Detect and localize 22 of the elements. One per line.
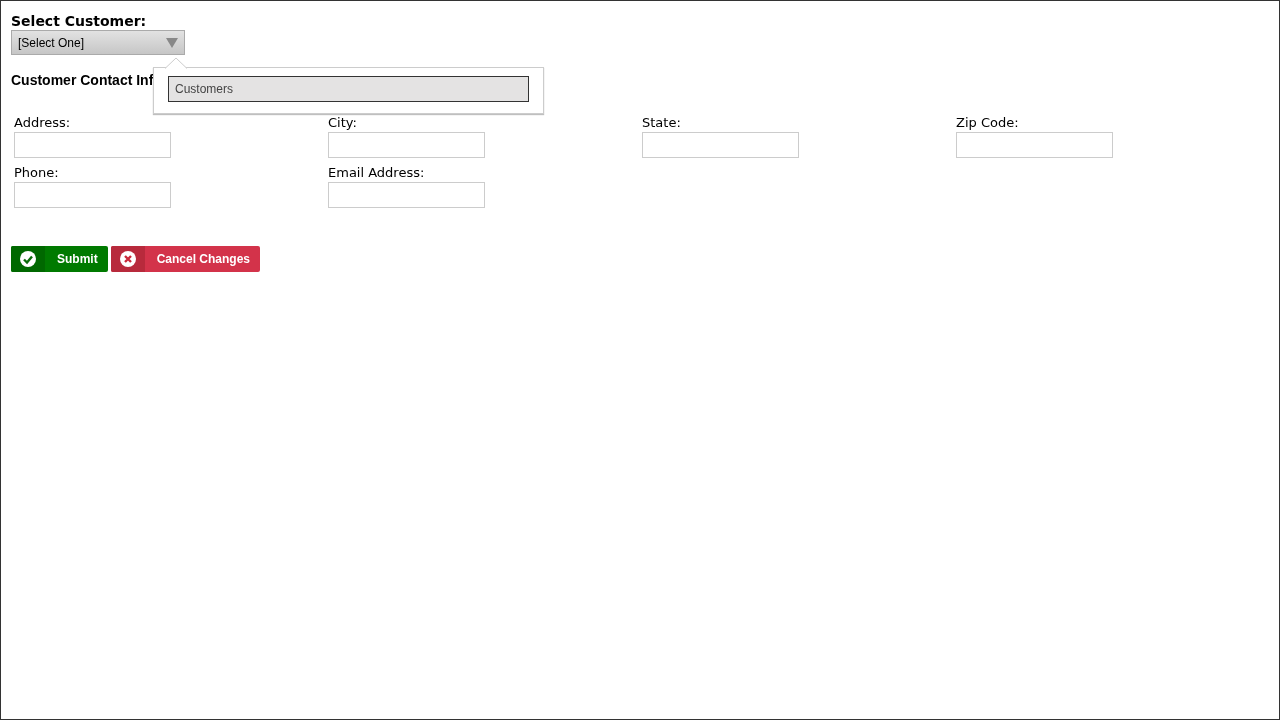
input-field[interactable]: [642, 132, 799, 158]
caret-icon: [166, 37, 178, 48]
customer-dropdown[interactable]: [Select One]: [11, 30, 185, 55]
input-field[interactable]: [328, 132, 485, 158]
close-icon: [118, 250, 137, 268]
field-label: Email Address:: [328, 164, 426, 181]
select-label: Select Customer:: [11, 13, 147, 29]
field-label: State:: [642, 114, 682, 131]
dropdown-value: [Select One]: [18, 35, 85, 50]
input-field[interactable]: [14, 132, 171, 158]
submit-button[interactable]: Submit: [11, 246, 108, 272]
check-icon: [19, 250, 37, 268]
input-field[interactable]: [956, 132, 1113, 158]
field-label: Address:: [14, 114, 72, 131]
field-label: Zip Code:: [956, 114, 1020, 131]
cancel-button[interactable]: Cancel Changes: [110, 246, 261, 272]
dropdown-option[interactable]: Customers: [168, 76, 529, 102]
input-field[interactable]: [328, 182, 485, 208]
field-label: City:: [328, 114, 358, 131]
input-field[interactable]: [14, 182, 171, 208]
field-label: Phone:: [14, 164, 60, 181]
section-heading: Customer Contact Inf: [11, 72, 155, 88]
